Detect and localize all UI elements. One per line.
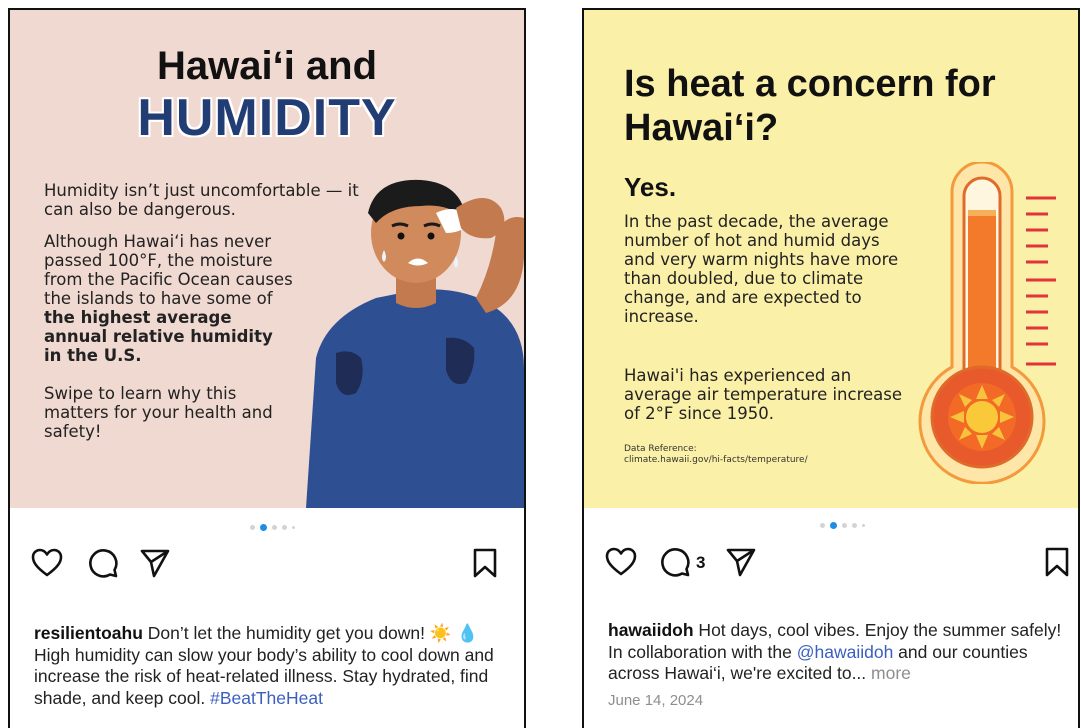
share-button[interactable] bbox=[138, 546, 172, 580]
carousel-dot bbox=[842, 523, 847, 528]
image-paragraph-3: Swipe to learn why this matters for your… bbox=[44, 384, 273, 441]
bookmark-icon bbox=[473, 548, 497, 578]
post-caption: resilientoahu Don’t let the humidity get… bbox=[34, 623, 504, 709]
caption-username[interactable]: resilientoahu bbox=[34, 623, 143, 643]
caption-more-link[interactable]: more bbox=[871, 663, 911, 683]
carousel-dot-active bbox=[830, 522, 837, 529]
carousel-dot bbox=[852, 523, 857, 528]
carousel-dot bbox=[820, 523, 825, 528]
comment-button[interactable] bbox=[658, 545, 692, 579]
image-paragraph-2-bold: the highest average annual relative humi… bbox=[44, 308, 273, 365]
save-button[interactable] bbox=[468, 546, 502, 580]
carousel-dot bbox=[272, 525, 277, 530]
carousel-indicator bbox=[250, 524, 295, 531]
post-actions bbox=[10, 546, 524, 586]
carousel-dot-active bbox=[260, 524, 267, 531]
post-actions: 3 bbox=[584, 545, 1078, 585]
carousel-dot bbox=[862, 524, 865, 527]
sweating-man-illustration bbox=[306, 179, 524, 508]
post-resilientoahu: Hawai‘i and HUMIDITY Humidity isn’t just… bbox=[8, 8, 526, 728]
data-reference-label: Data Reference: bbox=[624, 444, 697, 454]
post-image-heat[interactable]: Is heat a concern for Hawai‘i? Yes. In t… bbox=[584, 10, 1078, 508]
carousel-dot bbox=[292, 526, 295, 529]
bookmark-icon bbox=[1045, 547, 1069, 577]
image-paragraph-2: Although Hawai‘i has never passed 100°F,… bbox=[44, 232, 294, 365]
data-reference-url: climate.hawaii.gov/hi-facts/temperature/ bbox=[624, 455, 808, 465]
image-paragraph-2: Hawai'i has experienced an average air t… bbox=[624, 366, 903, 423]
post-date: June 14, 2024 bbox=[608, 692, 704, 709]
image-title-line2: HUMIDITY bbox=[137, 89, 397, 147]
heart-icon bbox=[31, 548, 63, 577]
image-paragraph-1: In the past decade, the average number o… bbox=[624, 212, 899, 326]
caption-username[interactable]: hawaiidoh bbox=[608, 620, 694, 640]
caption-hashtag[interactable]: #BeatTheHeat bbox=[210, 688, 323, 708]
image-title: Is heat a concern for Hawai‘i? bbox=[624, 63, 996, 149]
image-answer: Yes. bbox=[624, 172, 677, 202]
send-icon bbox=[726, 548, 756, 577]
caption-mention[interactable]: @hawaiidoh bbox=[797, 642, 894, 662]
carousel-dot bbox=[250, 525, 255, 530]
comment-icon bbox=[89, 549, 118, 578]
thermometer-illustration bbox=[918, 162, 1056, 484]
carousel-indicator bbox=[820, 522, 865, 529]
carousel-dot bbox=[282, 525, 287, 530]
share-button[interactable] bbox=[724, 545, 758, 579]
image-paragraph-2-text: Although Hawai‘i has never passed 100°F,… bbox=[44, 232, 293, 308]
like-button[interactable] bbox=[604, 545, 638, 579]
heart-icon bbox=[605, 547, 637, 576]
send-icon bbox=[140, 549, 170, 578]
comment-button[interactable] bbox=[86, 546, 120, 580]
like-button[interactable] bbox=[30, 546, 64, 580]
save-button[interactable] bbox=[1040, 545, 1074, 579]
comment-count: 3 bbox=[696, 553, 706, 572]
post-caption: hawaiidoh Hot days, cool vibes. Enjoy th… bbox=[608, 620, 1066, 685]
comment-icon bbox=[661, 548, 690, 577]
post-hawaiidoh: Is heat a concern for Hawai‘i? Yes. In t… bbox=[582, 8, 1080, 728]
post-image-humidity[interactable]: Hawai‘i and HUMIDITY Humidity isn’t just… bbox=[10, 10, 524, 508]
data-reference: Data Reference: climate.hawaii.gov/hi-fa… bbox=[624, 444, 808, 466]
image-title-line1: Hawai‘i and bbox=[156, 44, 378, 88]
